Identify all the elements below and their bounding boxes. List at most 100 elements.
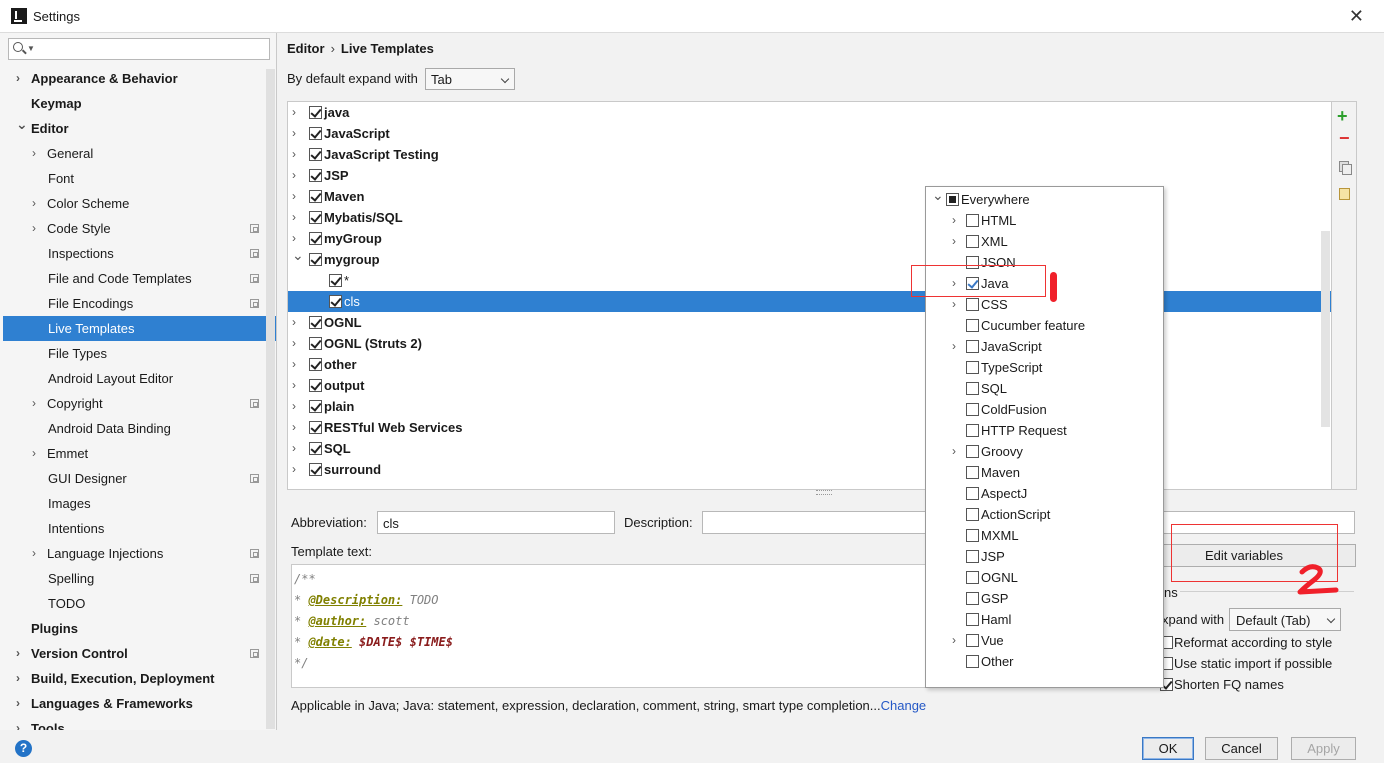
copy-icon[interactable] <box>1339 161 1352 175</box>
sidebar-item[interactable]: Android Layout Editor <box>0 366 276 391</box>
sidebar-item[interactable]: › General <box>0 141 276 166</box>
chevron-right-icon[interactable]: › <box>292 375 296 396</box>
context-row[interactable]: › XML <box>926 231 1163 252</box>
sidebar-scrollbar[interactable] <box>266 69 275 729</box>
chevron-right-icon[interactable]: › <box>292 186 296 207</box>
chevron-right-icon[interactable]: › <box>32 391 36 416</box>
splitter-handle[interactable] <box>816 490 832 495</box>
template-group-row[interactable]: › plain <box>288 396 1331 417</box>
template-checkbox[interactable] <box>309 106 322 119</box>
close-icon[interactable]: ✕ <box>1349 6 1364 27</box>
chevron-right-icon[interactable]: › <box>952 441 956 462</box>
sidebar-item[interactable]: Keymap <box>0 91 276 116</box>
context-checkbox[interactable] <box>946 193 959 206</box>
restore-defaults-icon[interactable] <box>1339 188 1350 200</box>
context-row[interactable]: OGNL <box>926 567 1163 588</box>
context-checkbox[interactable] <box>966 361 979 374</box>
sidebar-item[interactable]: › Appearance & Behavior <box>0 66 276 91</box>
sidebar-item[interactable]: › Languages & Frameworks <box>0 691 276 716</box>
ok-button[interactable]: OK <box>1142 737 1194 760</box>
change-context-link[interactable]: Change <box>881 698 927 713</box>
context-row[interactable]: › JavaScript <box>926 336 1163 357</box>
sidebar-item[interactable]: › Code Style <box>0 216 276 241</box>
chevron-right-icon[interactable]: › <box>32 541 36 566</box>
sidebar-item[interactable]: ⌄ Editor <box>0 116 276 141</box>
sidebar-item[interactable]: Intentions <box>0 516 276 541</box>
context-row[interactable]: Cucumber feature <box>926 315 1163 336</box>
remove-icon[interactable]: − <box>1339 128 1350 149</box>
sidebar-item[interactable]: GUI Designer <box>0 466 276 491</box>
sidebar-item[interactable]: › Build, Execution, Deployment <box>0 666 276 691</box>
sidebar-item[interactable]: TODO <box>0 591 276 616</box>
template-group-row[interactable]: › output <box>288 375 1331 396</box>
template-group-row[interactable]: › SQL <box>288 438 1331 459</box>
template-checkbox[interactable] <box>309 337 322 350</box>
chevron-right-icon[interactable]: › <box>292 312 296 333</box>
template-checkbox[interactable] <box>309 169 322 182</box>
context-checkbox[interactable] <box>966 613 979 626</box>
chevron-right-icon[interactable]: › <box>32 441 36 466</box>
chevron-down-icon[interactable]: ⌄ <box>292 245 304 266</box>
template-checkbox[interactable] <box>309 421 322 434</box>
context-checkbox[interactable] <box>966 214 979 227</box>
context-row[interactable]: Other <box>926 651 1163 672</box>
context-checkbox[interactable] <box>966 487 979 500</box>
chevron-right-icon[interactable]: › <box>292 123 296 144</box>
template-group-row[interactable]: › JavaScript <box>288 123 1331 144</box>
template-group-row[interactable]: ⌄ mygroup <box>288 247 1331 270</box>
sidebar-item[interactable]: Plugins <box>0 616 276 641</box>
add-icon[interactable]: + <box>1337 106 1348 127</box>
chevron-down-icon[interactable]: ⌄ <box>16 112 28 137</box>
context-row[interactable]: Haml <box>926 609 1163 630</box>
chevron-right-icon[interactable]: › <box>952 294 956 315</box>
template-expand-with-select[interactable]: Default (Tab) <box>1229 608 1341 631</box>
chevron-right-icon[interactable]: › <box>952 210 956 231</box>
chevron-right-icon[interactable]: › <box>32 216 36 241</box>
abbreviation-input[interactable]: cls <box>377 511 615 534</box>
template-group-row[interactable]: › myGroup <box>288 228 1331 249</box>
chevron-right-icon[interactable]: › <box>292 354 296 375</box>
context-checkbox[interactable] <box>966 298 979 311</box>
sidebar-item[interactable]: File Types <box>0 341 276 366</box>
chevron-right-icon[interactable]: › <box>292 417 296 438</box>
context-row[interactable]: MXML <box>926 525 1163 546</box>
context-row[interactable]: › HTML <box>926 210 1163 231</box>
template-checkbox[interactable] <box>309 127 322 140</box>
chevron-right-icon[interactable]: › <box>952 336 956 357</box>
sidebar-item[interactable]: › Language Injections <box>0 541 276 566</box>
context-row[interactable]: ColdFusion <box>926 399 1163 420</box>
context-checkbox[interactable] <box>966 634 979 647</box>
chevron-right-icon[interactable]: › <box>292 333 296 354</box>
template-checkbox[interactable] <box>309 442 322 455</box>
template-group-row[interactable]: › Maven <box>288 186 1331 207</box>
expand-with-select[interactable]: Tab <box>425 68 515 90</box>
context-checkbox[interactable] <box>966 466 979 479</box>
chevron-right-icon[interactable]: › <box>292 165 296 186</box>
context-row[interactable]: TypeScript <box>926 357 1163 378</box>
sidebar-item[interactable]: Font <box>0 166 276 191</box>
context-row[interactable]: › CSS <box>926 294 1163 315</box>
context-checkbox[interactable] <box>966 235 979 248</box>
sidebar-item[interactable]: › Color Scheme <box>0 191 276 216</box>
cancel-button[interactable]: Cancel <box>1205 737 1278 760</box>
template-group-row[interactable]: › RESTful Web Services <box>288 417 1331 438</box>
help-icon[interactable]: ? <box>15 740 32 757</box>
context-row[interactable]: ActionScript <box>926 504 1163 525</box>
context-row[interactable]: HTTP Request <box>926 420 1163 441</box>
context-checkbox[interactable] <box>966 550 979 563</box>
chevron-right-icon[interactable]: › <box>952 630 956 651</box>
template-checkbox[interactable] <box>309 400 322 413</box>
sidebar-item[interactable]: File and Code Templates <box>0 266 276 291</box>
context-checkbox[interactable] <box>966 319 979 332</box>
chevron-right-icon[interactable]: › <box>16 66 20 91</box>
context-checkbox[interactable] <box>966 403 979 416</box>
context-checkbox[interactable] <box>966 424 979 437</box>
sidebar-item[interactable]: Images <box>0 491 276 516</box>
chevron-right-icon[interactable]: › <box>952 231 956 252</box>
chevron-right-icon[interactable]: › <box>32 191 36 216</box>
chevron-right-icon[interactable]: › <box>16 641 20 666</box>
template-checkbox[interactable] <box>309 148 322 161</box>
context-checkbox[interactable] <box>966 508 979 521</box>
template-checkbox[interactable] <box>309 232 322 245</box>
template-checkbox[interactable] <box>309 379 322 392</box>
